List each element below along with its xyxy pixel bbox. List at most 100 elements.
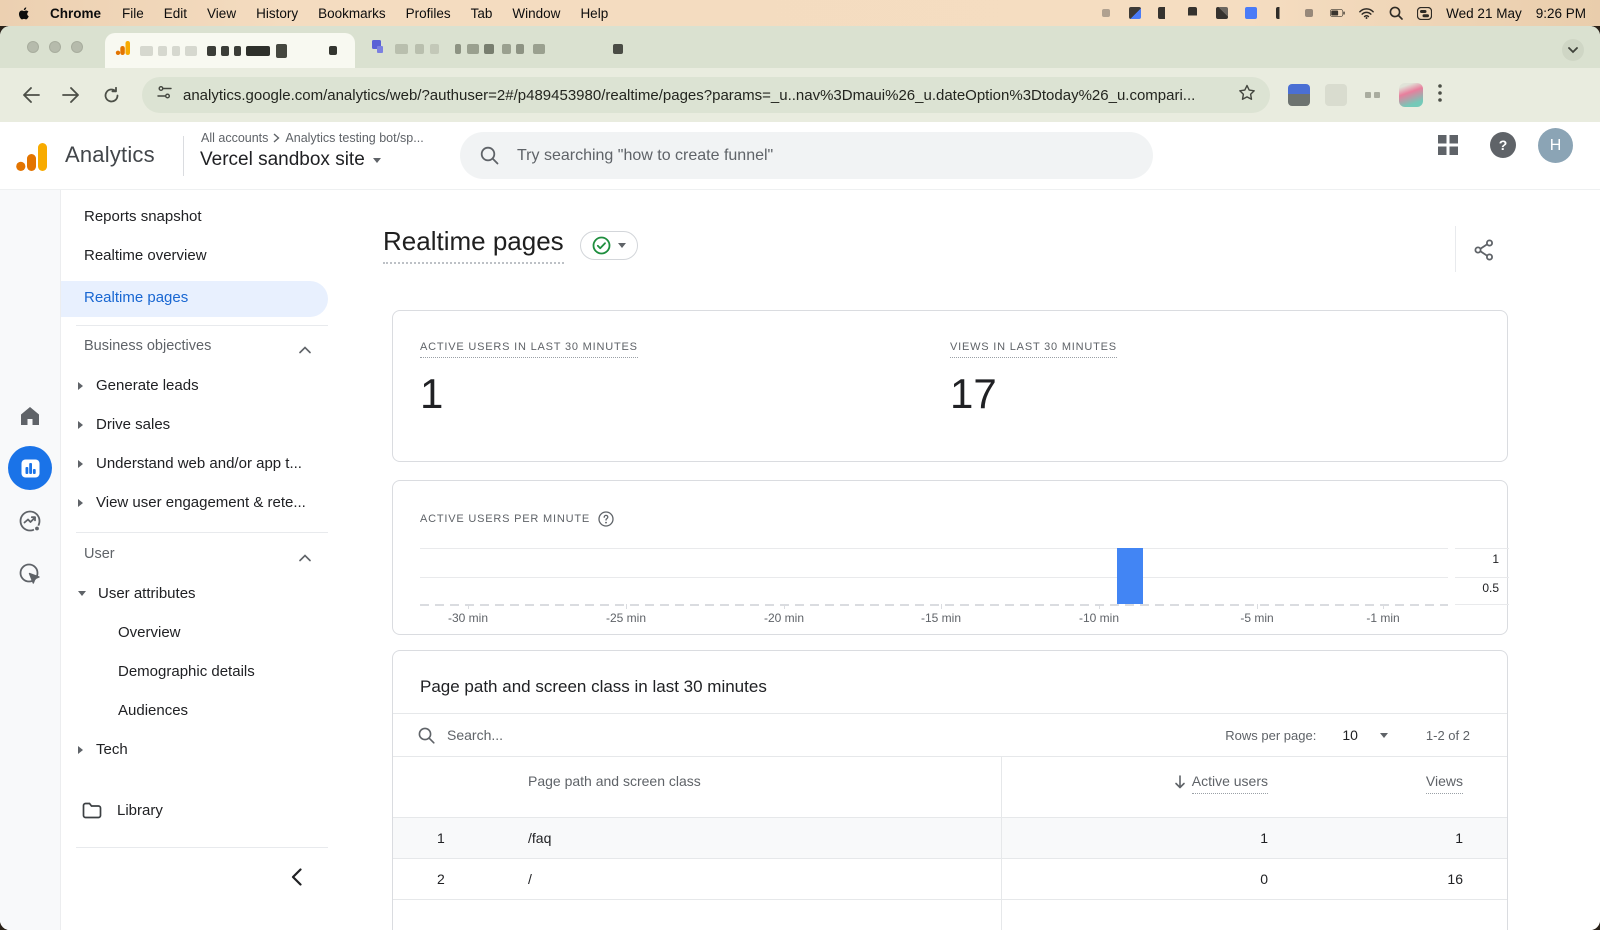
tab-title-redacted bbox=[395, 44, 408, 54]
extensions-puzzle-icon[interactable] bbox=[1362, 84, 1384, 106]
collapse-sidebar-button[interactable] bbox=[291, 868, 302, 891]
menu-item-file[interactable]: File bbox=[112, 6, 154, 21]
rows-per-page-value[interactable]: 10 bbox=[1342, 727, 1358, 743]
ga-app: Analytics All accounts Analytics testing… bbox=[0, 122, 1600, 930]
extension-icon[interactable] bbox=[1325, 84, 1347, 106]
menubar-date[interactable]: Wed 21 May bbox=[1446, 6, 1522, 21]
bookmark-star-icon[interactable] bbox=[1238, 84, 1256, 106]
menubar-time[interactable]: 9:26 PM bbox=[1536, 6, 1586, 21]
share-button[interactable] bbox=[1470, 236, 1498, 264]
help-circle-icon[interactable] bbox=[598, 511, 614, 527]
ga-search-input[interactable] bbox=[517, 147, 1077, 165]
menu-item-edit[interactable]: Edit bbox=[154, 6, 197, 21]
chevron-down-icon[interactable] bbox=[1380, 733, 1388, 738]
status-app-icon[interactable] bbox=[1272, 6, 1287, 21]
table-row[interactable]: 1 /faq 1 1 bbox=[393, 818, 1507, 859]
nav-user-attributes[interactable]: User attributes bbox=[78, 585, 196, 602]
menu-item-tab[interactable]: Tab bbox=[461, 6, 503, 21]
breadcrumb[interactable]: All accounts Analytics testing bot/sp... bbox=[201, 131, 424, 145]
status-app-icon[interactable] bbox=[1127, 6, 1142, 21]
status-app-icon[interactable] bbox=[1098, 6, 1113, 21]
tab-title-redacted bbox=[221, 46, 229, 56]
nav-ua-audiences[interactable]: Audiences bbox=[118, 702, 188, 719]
apple-menu-icon[interactable] bbox=[18, 6, 31, 21]
nav-generate-leads[interactable]: Generate leads bbox=[78, 377, 199, 394]
rows-per-page-label: Rows per page: bbox=[1225, 728, 1316, 743]
nav-section-business-objectives[interactable]: Business objectives bbox=[84, 338, 211, 354]
collapse-section-icon[interactable] bbox=[299, 341, 311, 353]
metric-label[interactable]: VIEWS IN LAST 30 MINUTES bbox=[950, 341, 1117, 358]
reports-icon-active[interactable] bbox=[8, 446, 52, 490]
menu-item-history[interactable]: History bbox=[246, 6, 308, 21]
close-window-button[interactable] bbox=[27, 41, 39, 53]
minimize-window-button[interactable] bbox=[49, 41, 61, 53]
chrome-profile-avatar[interactable] bbox=[1399, 83, 1423, 107]
nav-reports-snapshot[interactable]: Reports snapshot bbox=[84, 208, 202, 225]
zoom-window-button[interactable] bbox=[71, 41, 83, 53]
tab-title-redacted bbox=[246, 46, 270, 56]
chrome-menu-icon[interactable] bbox=[1438, 84, 1442, 107]
analytics-logo[interactable] bbox=[16, 141, 50, 178]
advertising-icon[interactable] bbox=[18, 562, 42, 591]
status-app-icon[interactable] bbox=[1214, 6, 1229, 21]
column-header-views[interactable]: Views bbox=[1268, 757, 1509, 817]
nav-section-user[interactable]: User bbox=[84, 546, 115, 562]
breadcrumb-account[interactable]: Analytics testing bot/sp... bbox=[285, 131, 423, 145]
property-selector[interactable]: Vercel sandbox site bbox=[200, 149, 381, 171]
menu-item-view[interactable]: View bbox=[197, 6, 246, 21]
control-center-icon[interactable] bbox=[1417, 6, 1432, 21]
nav-tech[interactable]: Tech bbox=[78, 741, 128, 758]
user-avatar[interactable]: H bbox=[1538, 128, 1573, 163]
status-app-icon[interactable] bbox=[1243, 6, 1258, 21]
site-settings-icon[interactable] bbox=[156, 85, 173, 105]
collapse-section-icon[interactable] bbox=[299, 549, 311, 561]
battery-icon[interactable] bbox=[1330, 6, 1345, 21]
column-header-active-users[interactable]: Active users bbox=[1001, 757, 1268, 817]
home-icon[interactable] bbox=[18, 404, 42, 433]
forward-button[interactable] bbox=[54, 78, 88, 112]
chart-bar-minute-minus9[interactable] bbox=[1117, 548, 1143, 604]
tab-background[interactable] bbox=[365, 37, 645, 61]
back-button[interactable] bbox=[14, 78, 48, 112]
nav-view-engagement[interactable]: View user engagement & rete... bbox=[78, 494, 306, 511]
tab-search-button[interactable] bbox=[1562, 39, 1584, 61]
nav-realtime-overview[interactable]: Realtime overview bbox=[84, 247, 207, 264]
nav-understand-traffic[interactable]: Understand web and/or app t... bbox=[78, 455, 302, 472]
status-app-icon[interactable] bbox=[1301, 6, 1316, 21]
ga-search-bar[interactable] bbox=[460, 132, 1153, 179]
menu-item-chrome[interactable]: Chrome bbox=[39, 6, 112, 21]
help-icon[interactable]: ? bbox=[1490, 132, 1516, 158]
explore-icon[interactable] bbox=[18, 509, 42, 538]
url-text[interactable]: analytics.google.com/analytics/web/?auth… bbox=[183, 87, 1228, 104]
wifi-icon[interactable] bbox=[1359, 6, 1374, 21]
nav-library[interactable]: Library bbox=[82, 802, 163, 819]
spotlight-search-icon[interactable] bbox=[1388, 6, 1403, 21]
x-tick bbox=[468, 604, 469, 609]
status-app-icon[interactable] bbox=[1156, 6, 1171, 21]
x-axis-label: -15 min bbox=[921, 611, 961, 625]
nav-ua-overview[interactable]: Overview bbox=[118, 624, 181, 641]
data-quality-badge[interactable] bbox=[580, 231, 638, 260]
reload-button[interactable] bbox=[94, 78, 128, 112]
column-header-page-path[interactable]: Page path and screen class bbox=[528, 757, 1001, 817]
diagnostics-grid-icon[interactable] bbox=[1437, 134, 1459, 161]
nav-drive-sales[interactable]: Drive sales bbox=[78, 416, 170, 433]
status-app-icon[interactable] bbox=[1185, 6, 1200, 21]
ga-favicon bbox=[115, 40, 131, 61]
table-search-input[interactable] bbox=[447, 727, 747, 743]
address-bar[interactable]: analytics.google.com/analytics/web/?auth… bbox=[142, 77, 1270, 113]
menu-item-bookmarks[interactable]: Bookmarks bbox=[308, 6, 396, 21]
metric-label[interactable]: ACTIVE USERS IN LAST 30 MINUTES bbox=[420, 341, 638, 358]
breadcrumb-root[interactable]: All accounts bbox=[201, 131, 268, 145]
row-index: 2 bbox=[393, 871, 528, 887]
property-name[interactable]: Vercel sandbox site bbox=[200, 149, 365, 171]
extension-icon[interactable] bbox=[1288, 84, 1310, 106]
tab-title-redacted bbox=[234, 46, 241, 56]
menu-item-help[interactable]: Help bbox=[570, 6, 618, 21]
nav-ua-demographic-details[interactable]: Demographic details bbox=[118, 663, 255, 680]
menu-item-window[interactable]: Window bbox=[502, 6, 570, 21]
tab-analytics-active[interactable] bbox=[105, 33, 355, 68]
nav-realtime-pages-selected[interactable]: Realtime pages bbox=[61, 281, 328, 317]
menu-item-profiles[interactable]: Profiles bbox=[396, 6, 461, 21]
table-row[interactable]: 2 / 0 16 bbox=[393, 859, 1507, 900]
